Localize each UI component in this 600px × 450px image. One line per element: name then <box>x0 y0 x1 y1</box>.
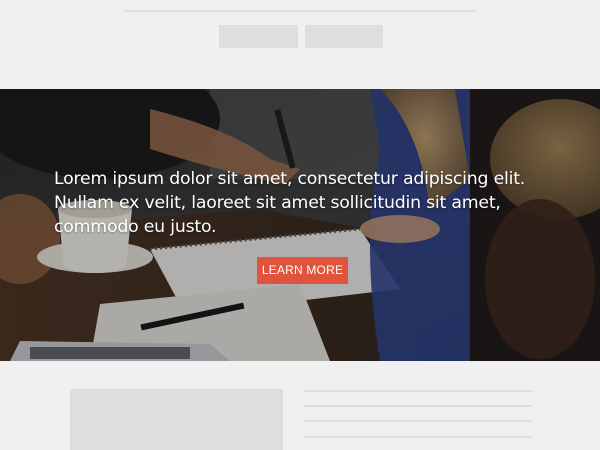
content-image-placeholder <box>70 389 283 450</box>
text-line-placeholder <box>304 405 532 407</box>
nav-placeholder-button-2[interactable] <box>305 25 383 48</box>
top-divider-line <box>124 10 476 12</box>
nav-placeholder-button-1[interactable] <box>219 25 298 48</box>
text-line-placeholder <box>304 420 532 422</box>
text-line-placeholder <box>304 436 532 438</box>
hero-banner: Lorem ipsum dolor sit amet, consectetur … <box>0 89 600 361</box>
hero-text: Lorem ipsum dolor sit amet, consectetur … <box>54 169 526 237</box>
text-line-placeholder <box>304 390 532 392</box>
learn-more-button[interactable]: LEARN MORE <box>257 257 348 284</box>
